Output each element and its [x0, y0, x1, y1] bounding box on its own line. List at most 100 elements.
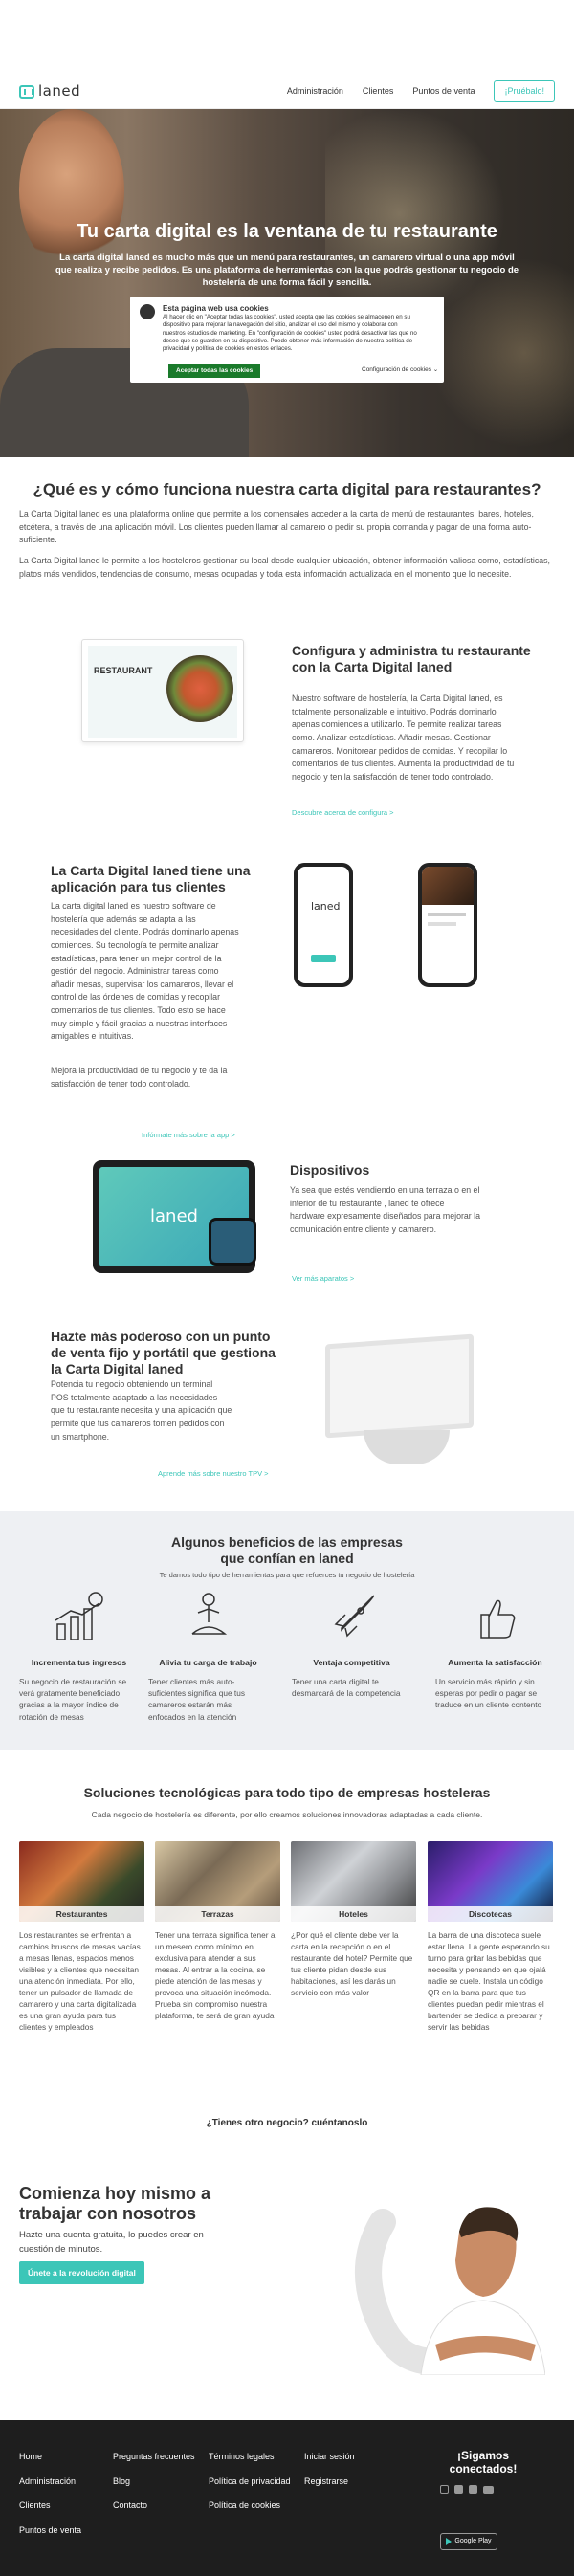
benefit-satisfaction: Aumenta la satisfacción Un servicio más … — [435, 1588, 555, 1711]
cookie-icon — [140, 304, 155, 319]
cookie-title: Esta página web usa cookies — [163, 304, 269, 313]
nav-links: Administración Clientes Puntos de venta … — [287, 79, 555, 103]
what-paragraph-1: La Carta Digital laned es una plataforma… — [19, 509, 534, 545]
phone-mockup-login: laned — [294, 863, 353, 987]
cookie-config-dropdown[interactable]: Configuración de cookies ⌄ — [362, 366, 438, 374]
cookie-banner: Esta página web usa cookies Al hacer cli… — [130, 297, 444, 383]
join-revolution-button[interactable]: Únete a la revolución digital — [19, 2261, 144, 2285]
footer-link-puntos-de-venta[interactable]: Puntos de venta — [19, 2519, 81, 2543]
feature-app-text: La carta digital laned es nuestro softwa… — [51, 901, 239, 1042]
terrace-image: Terrazas — [155, 1841, 280, 1922]
feature-config-title: Configura y administra tu restaurante co… — [292, 643, 531, 674]
social-icons — [440, 2485, 494, 2494]
restaurant-image: Restaurantes — [19, 1841, 144, 1922]
footer-column-3: Términos legales Política de privacidad … — [209, 2445, 291, 2519]
card-label: Hoteles — [291, 1906, 416, 1922]
card-text: Tener una terraza significa tener a un m… — [155, 1930, 276, 2021]
rocket-icon — [322, 1588, 382, 1647]
footer-link-login[interactable]: Iniciar sesión — [304, 2445, 355, 2470]
footer-column-4: Iniciar sesión Registrarse — [304, 2445, 355, 2494]
solution-card-restaurantes[interactable]: Restaurantes Los restaurantes se enfrent… — [19, 1841, 144, 2033]
cookie-text: Al hacer clic en "Aceptar todas las cook… — [163, 314, 417, 352]
mockup-restaurant-label: RESTAURANT — [94, 666, 153, 675]
phone-logo: laned — [311, 900, 341, 913]
feature-config-link[interactable]: Descubre acerca de configura > — [292, 808, 394, 819]
footer-link-administracion[interactable]: Administración — [19, 2470, 81, 2495]
footer-link-cookies[interactable]: Política de cookies — [209, 2494, 291, 2519]
footer-link-clientes[interactable]: Clientes — [19, 2494, 81, 2519]
other-business-link[interactable]: ¿Tienes otro negocio? cuéntanoslo — [0, 2117, 574, 2131]
card-text: La barra de una discoteca suele estar ll… — [428, 1930, 550, 2033]
feature-devices-link[interactable]: Ver más aparatos > — [292, 1274, 354, 1285]
smiling-man-image — [354, 2184, 546, 2376]
solution-card-discotecas[interactable]: Discotecas La barra de una discoteca sue… — [428, 1841, 553, 2033]
linkedin-icon[interactable] — [469, 2485, 477, 2494]
hero-subtitle: La carta digital laned es mucho más que … — [55, 253, 519, 288]
solutions-subtitle: Cada negocio de hostelería es diferente,… — [91, 1810, 483, 1819]
phone-mockup-menu — [418, 863, 477, 987]
solution-card-terrazas[interactable]: Terrazas Tener una terraza significa ten… — [155, 1841, 280, 2021]
feature-app-link[interactable]: Infórmate más sobre la app > — [142, 1131, 235, 1141]
footer-column-2: Preguntas frecuentes Blog Contacto — [113, 2445, 195, 2519]
nav-link-puntos-de-venta[interactable]: Puntos de venta — [412, 85, 475, 98]
admin-dashboard-mockup: RESTAURANT — [81, 639, 244, 742]
benefits-title: Algunos beneficios de las empresas que c… — [171, 1534, 403, 1566]
hero-banner: Tu carta digital es la ventana de tu res… — [0, 109, 574, 457]
feature-app-title: La Carta Digital laned tiene una aplicac… — [51, 863, 251, 894]
feature-app-text-2: Mejora la productividad de tu negocio y … — [51, 1066, 228, 1089]
solutions-title: Soluciones tecnológicas para todo tipo d… — [83, 1785, 491, 1800]
call-button-device-image — [209, 1218, 256, 1266]
card-text: ¿Por qué el cliente debe ver la carta en… — [291, 1930, 413, 1998]
benefit-text: Tener clientes más auto-suficientes sign… — [148, 1677, 246, 1722]
accept-cookies-button[interactable]: Aceptar todas las cookies — [168, 364, 261, 379]
pos-stand-image — [364, 1430, 450, 1464]
solution-card-hoteles[interactable]: Hoteles ¿Por qué el cliente debe ver la … — [291, 1841, 416, 1998]
card-text: Los restaurantes se enfrentan a cambios … — [19, 1930, 141, 2033]
cta-title: Comienza hoy mismo a trabajar con nosotr… — [19, 2184, 211, 2223]
footer-link-register[interactable]: Registrarse — [304, 2470, 355, 2495]
food-dish-image — [166, 655, 233, 722]
benefit-text: Su negocio de restauración se verá grata… — [19, 1677, 127, 1722]
navbar: laned Administración Clientes Puntos de … — [0, 75, 574, 109]
footer-link-contacto[interactable]: Contacto — [113, 2494, 195, 2519]
phone-burger-image — [422, 867, 474, 905]
bar-chart-icon — [50, 1588, 109, 1647]
feature-pos-text: Potencia tu negocio obteniendo un termin… — [51, 1379, 232, 1442]
cta-text: Hazte una cuenta gratuita, lo puedes cre… — [19, 2230, 204, 2255]
feature-pos-title: Hazte más poderoso con un punto de venta… — [51, 1329, 276, 1376]
feature-config-text: Nuestro software de hostelería, la Carta… — [292, 694, 515, 782]
card-label: Terrazas — [155, 1906, 280, 1922]
phone-screen-menu — [422, 867, 474, 983]
try-it-button[interactable]: ¡Pruébalo! — [494, 79, 555, 103]
tablet-logo: laned — [150, 1205, 198, 1226]
thumbs-up-icon — [466, 1588, 525, 1647]
footer-link-terminos[interactable]: Términos legales — [209, 2445, 291, 2470]
hero-waitress-image — [19, 109, 124, 272]
brand-logo[interactable]: laned — [19, 81, 80, 102]
nav-link-administracion[interactable]: Administración — [287, 85, 343, 98]
feature-devices-title: Dispositivos — [290, 1162, 370, 1178]
footer-link-faq[interactable]: Preguntas frecuentes — [113, 2445, 195, 2470]
benefit-workload: Alivia tu carga de trabajo Tener cliente… — [148, 1588, 268, 1723]
facebook-icon[interactable] — [454, 2485, 463, 2494]
feature-devices-text: Ya sea que estés vendiendo en una terraz… — [290, 1185, 481, 1234]
instagram-icon[interactable] — [440, 2485, 449, 2494]
youtube-icon[interactable] — [483, 2486, 494, 2494]
footer-link-blog[interactable]: Blog — [113, 2470, 195, 2495]
pos-terminal-image — [325, 1333, 474, 1439]
benefit-title: Alivia tu carga de trabajo — [159, 1658, 257, 1667]
card-label: Restaurantes — [19, 1906, 144, 1922]
footer-social-title: ¡Sigamos conectados! — [449, 2449, 518, 2477]
google-play-badge[interactable]: Google Play — [440, 2533, 497, 2550]
nav-link-clientes[interactable]: Clientes — [363, 85, 394, 98]
benefit-income: Incrementa tus ingresos Su negocio de re… — [19, 1588, 139, 1723]
google-play-icon — [446, 2538, 453, 2545]
hotel-image: Hoteles — [291, 1841, 416, 1922]
footer-link-home[interactable]: Home — [19, 2445, 81, 2470]
footer-column-1: Home Administración Clientes Puntos de v… — [19, 2445, 81, 2543]
phone-menu-line — [428, 922, 456, 926]
footer-link-privacidad[interactable]: Política de privacidad — [209, 2470, 291, 2495]
feature-pos-link[interactable]: Aprende más sobre nuestro TPV > — [158, 1469, 269, 1480]
laned-logo-icon — [19, 84, 34, 99]
benefit-title: Ventaja competitiva — [313, 1658, 390, 1667]
